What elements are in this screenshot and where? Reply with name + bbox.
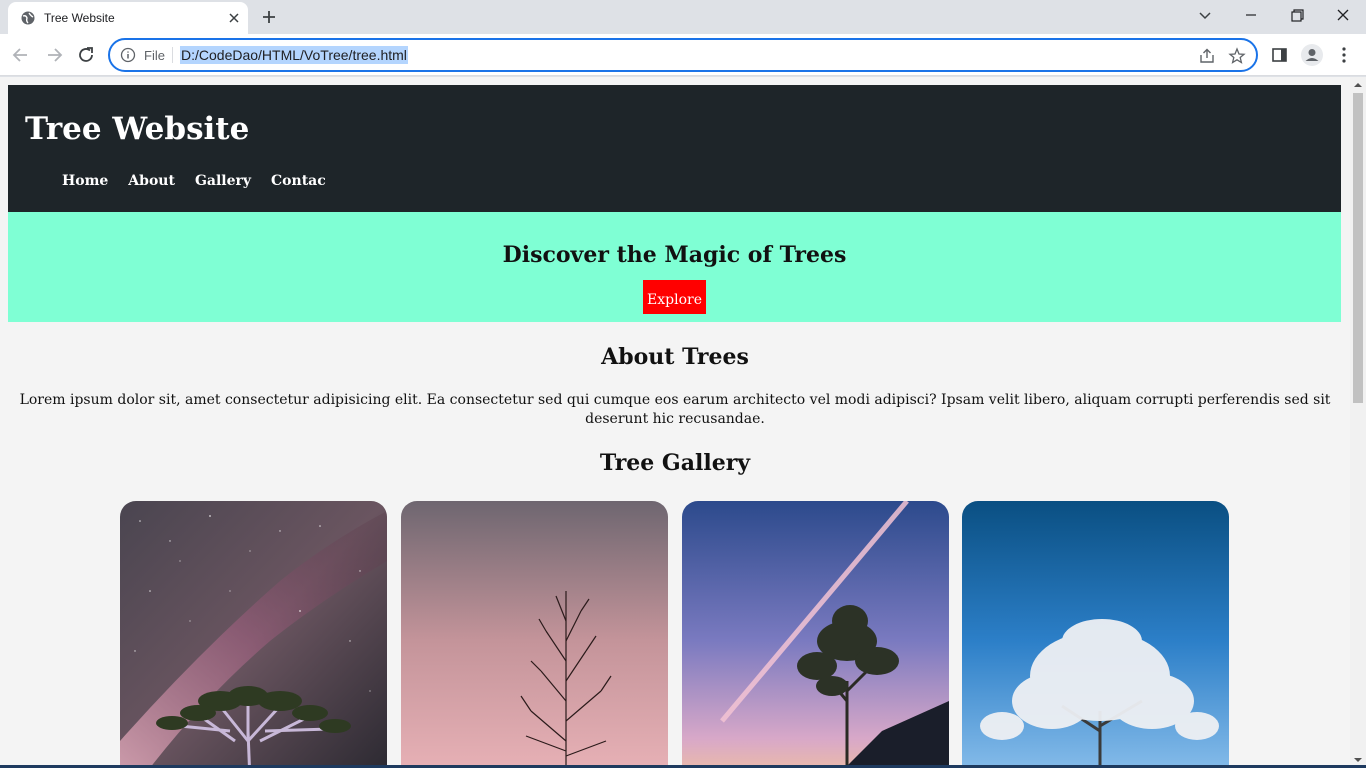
scroll-down-arrow-icon[interactable] — [1354, 756, 1362, 764]
gallery-image-contrail-tree[interactable] — [682, 501, 949, 768]
close-window-icon[interactable] — [1332, 6, 1354, 26]
info-icon[interactable] — [120, 47, 136, 63]
site-title: Tree Website — [25, 111, 250, 147]
globe-icon — [21, 11, 35, 25]
nav-about[interactable]: About — [128, 173, 175, 189]
bookmark-star-icon[interactable] — [1228, 47, 1246, 65]
tab-title: Tree Website — [44, 11, 115, 25]
address-bar[interactable]: File D:/CodeDao/HTML/VoTree/tree.html — [108, 38, 1258, 72]
gallery-image-bare-tree[interactable] — [401, 501, 668, 768]
scrollbar-thumb[interactable] — [1353, 93, 1363, 403]
more-menu-icon[interactable] — [1334, 45, 1354, 65]
minimize-icon[interactable] — [1240, 6, 1262, 26]
about-paragraph: Lorem ipsum dolor sit, amet consectetur … — [19, 392, 1331, 427]
profile-avatar-icon[interactable] — [1300, 43, 1324, 67]
browser-tab[interactable]: Tree Website — [8, 2, 248, 34]
hero-section: Discover the Magic of Trees Explore — [8, 212, 1341, 322]
main-nav: Home About Gallery Contac — [62, 173, 326, 189]
tab-search-chevron-icon[interactable] — [1194, 6, 1216, 26]
gallery-image-frosted-tree[interactable] — [962, 501, 1229, 768]
about-heading: About Trees — [601, 344, 749, 370]
tab-strip: Tree Website — [0, 0, 1366, 34]
close-tab-icon[interactable] — [226, 10, 242, 26]
omnibox-scheme-label: File — [144, 48, 165, 63]
scroll-up-arrow-icon[interactable] — [1354, 81, 1362, 89]
side-panel-icon[interactable] — [1270, 45, 1290, 65]
browser-toolbar: File D:/CodeDao/HTML/VoTree/tree.html — [0, 34, 1366, 76]
site-header: Tree Website Home About Gallery Contac — [8, 85, 1341, 212]
omnibox-separator — [172, 47, 173, 63]
nav-gallery[interactable]: Gallery — [195, 173, 251, 189]
reload-icon[interactable] — [75, 44, 97, 66]
page-scrollbar[interactable] — [1350, 77, 1366, 768]
new-tab-icon[interactable] — [260, 8, 278, 26]
back-icon[interactable] — [10, 44, 32, 66]
share-icon[interactable] — [1198, 47, 1216, 65]
restore-icon[interactable] — [1286, 6, 1308, 26]
explore-button[interactable]: Explore — [643, 280, 706, 314]
gallery-heading: Tree Gallery — [599, 450, 751, 476]
hero-heading: Discover the Magic of Trees — [502, 242, 847, 268]
nav-contact[interactable]: Contac — [271, 173, 326, 189]
forward-icon[interactable] — [43, 44, 65, 66]
gallery-image-night-sky[interactable] — [120, 501, 387, 768]
page-viewport: Tree Website Home About Gallery Contac D… — [0, 77, 1350, 768]
nav-home[interactable]: Home — [62, 173, 108, 189]
url-text[interactable]: D:/CodeDao/HTML/VoTree/tree.html — [180, 46, 408, 64]
